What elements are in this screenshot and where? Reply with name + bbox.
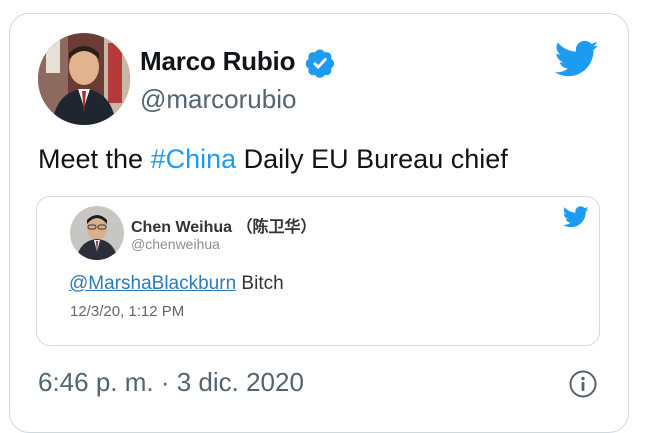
author-handle[interactable]: @marcorubio: [140, 84, 296, 115]
quoted-author-handle[interactable]: @chenweihua: [131, 236, 220, 252]
tweet-timestamp[interactable]: 6:46 p. m. · 3 dic. 2020: [38, 367, 304, 398]
quoted-author-name[interactable]: Chen Weihua （陈卫华）: [131, 213, 317, 237]
quoted-tweet-text: @MarshaBlackburn Bitch: [69, 273, 284, 295]
hashtag-link[interactable]: #China: [151, 144, 237, 174]
mention-link[interactable]: @MarshaBlackburn: [69, 273, 236, 294]
verified-badge-icon: [305, 49, 334, 78]
tweet-text-before: Meet the: [38, 144, 151, 174]
twitter-bird-icon[interactable]: [555, 40, 599, 78]
author-avatar[interactable]: [38, 33, 130, 125]
quoted-author-avatar[interactable]: [70, 206, 124, 260]
tweet-text-after: Daily EU Bureau chief: [236, 144, 508, 174]
twitter-bird-icon: [563, 206, 589, 228]
quoted-tweet-date[interactable]: 12/3/20, 1:12 PM: [70, 303, 184, 320]
quoted-text-body: Bitch: [236, 273, 284, 294]
embedded-tweet-card[interactable]: [36, 196, 600, 346]
author-name[interactable]: Marco Rubio: [140, 46, 295, 77]
info-icon[interactable]: [568, 369, 598, 399]
tweet-text: Meet the #China Daily EU Bureau chief: [38, 144, 508, 175]
